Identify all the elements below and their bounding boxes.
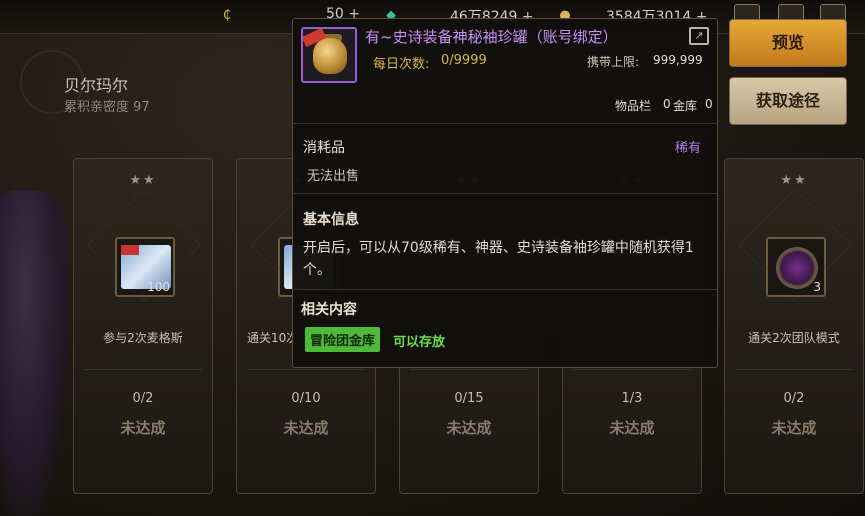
reward-qty: 100 <box>147 280 170 294</box>
quest-desc: 通关2次团队模式 <box>748 331 840 345</box>
quest-progress: 1/3 <box>621 391 643 406</box>
npc-intimacy: 累积亲密度 97 <box>64 96 150 115</box>
card-stars: ★★ <box>129 173 157 188</box>
item-category: 消耗品 <box>303 140 345 156</box>
intimacy-label: 累积亲密度 <box>64 100 130 115</box>
jar-icon <box>313 38 347 74</box>
game-screen: ₵ 50 + ◆ 46万8249 + ● 3584万3014 + 贝尔玛尔 累积… <box>0 0 865 516</box>
quest-progress: 0/2 <box>132 391 154 406</box>
quest-progress: 0/10 <box>291 391 321 406</box>
carry-limit-label: 携带上限: <box>587 55 640 69</box>
inventory-value: 0 <box>663 97 671 111</box>
quest-card-1[interactable]: ★★ 100 参与2次麦格斯 0/2 未达成 <box>73 158 213 494</box>
tooltip-divider <box>293 193 717 194</box>
quest-status: 未达成 <box>120 419 166 437</box>
bank-label: 金库 <box>673 99 698 113</box>
daily-value: 0/9999 <box>441 53 487 68</box>
quest-desc: 参与2次麦格斯 <box>103 331 183 345</box>
card-divider <box>84 369 202 370</box>
quest-progress: 0/15 <box>454 391 484 406</box>
item-icon <box>301 27 357 83</box>
inventory-label: 物品栏 <box>615 99 652 113</box>
npc-name: 贝尔玛尔 <box>64 76 129 95</box>
coin-icon: ₵ <box>222 8 232 23</box>
reward-slot[interactable]: 100 <box>115 237 175 297</box>
quest-status: 未达成 <box>283 419 329 437</box>
no-sell-note: 无法出售 <box>307 169 360 184</box>
obtain-route-button[interactable]: 获取途径 <box>729 77 847 125</box>
item-tooltip: 有~史诗装备神秘袖珍罐（账号绑定） ↗ 每日次数: 0/9999 携带上限: 9… <box>292 18 718 368</box>
card-divider <box>735 369 853 370</box>
item-name: 有~史诗装备神秘袖珍罐（账号绑定） <box>365 28 618 46</box>
reward-qty: 3 <box>813 280 821 294</box>
basic-info-text: 开启后，可以从70级稀有、神器、史诗装备袖珍罐中随机获得1个。 <box>303 240 694 278</box>
ticket-tag-icon <box>121 245 139 255</box>
quest-status: 未达成 <box>771 419 817 437</box>
card-stars: ★★ <box>780 173 808 188</box>
quest-progress: 0/2 <box>783 391 805 406</box>
basic-info-title: 基本信息 <box>303 212 359 228</box>
quest-status: 未达成 <box>609 419 655 437</box>
related-title: 相关内容 <box>301 302 357 318</box>
quest-card-5[interactable]: ★★ 3 通关2次团队模式 0/2 未达成 <box>724 158 864 494</box>
tooltip-divider <box>293 123 717 124</box>
tooltip-divider <box>293 289 717 290</box>
daily-label: 每日次数: <box>373 57 430 72</box>
npc-character-portrait <box>0 190 70 516</box>
storable-note: 可以存放 <box>393 335 446 350</box>
item-rarity: 稀有 <box>674 141 701 156</box>
bank-value: 0 <box>705 97 713 111</box>
card-divider <box>247 369 365 370</box>
carry-limit-value: 999,999 <box>653 53 703 67</box>
quest-status: 未达成 <box>446 419 492 437</box>
card-divider <box>410 369 528 370</box>
orb-icon <box>776 247 818 289</box>
intimacy-value: 97 <box>133 100 150 115</box>
share-icon[interactable]: ↗ <box>689 27 709 45</box>
card-divider <box>573 369 691 370</box>
reward-slot[interactable]: 3 <box>766 237 826 297</box>
adventure-bank-tag: 冒险团金库 <box>305 327 381 352</box>
preview-button[interactable]: 预览 <box>729 19 847 67</box>
